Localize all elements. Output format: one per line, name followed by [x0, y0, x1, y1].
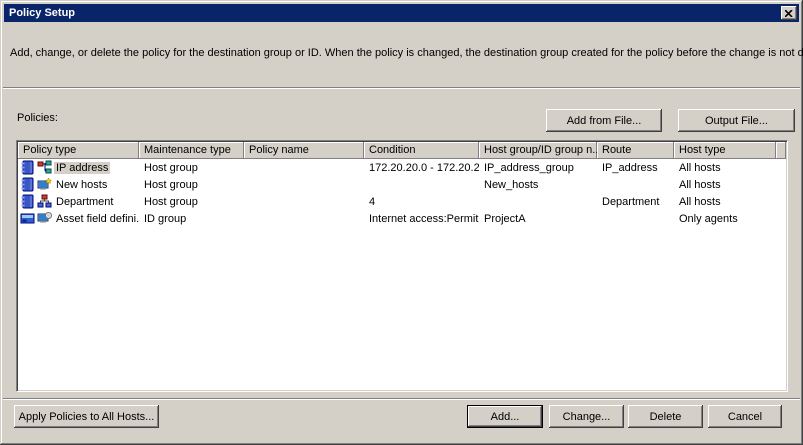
policies-label: Policies: — [17, 112, 58, 124]
cell-host-type: Only agents — [679, 212, 738, 225]
column-header-maintenance-type[interactable]: Maintenance type — [139, 142, 244, 159]
cell-maintenance-type: ID group — [144, 212, 187, 225]
close-button[interactable] — [781, 6, 797, 20]
cell-host-type: All hosts — [679, 195, 721, 208]
separator-top — [3, 87, 800, 89]
cell-host-type: All hosts — [679, 178, 721, 191]
address-book-icon — [20, 194, 35, 209]
cell-maintenance-type: Host group — [144, 178, 198, 191]
add-from-file-button[interactable]: Add from File... — [546, 109, 662, 132]
column-header-host-type[interactable]: Host type — [674, 142, 776, 159]
policies-list[interactable]: Policy type Maintenance type Policy name Co… — [16, 140, 788, 392]
cell-policy-type: IP address — [18, 160, 139, 175]
row-label: Asset field defini... — [56, 212, 139, 225]
cell-route: IP_address — [602, 161, 658, 174]
cancel-button[interactable]: Cancel — [708, 405, 782, 428]
column-header-filler — [776, 142, 786, 159]
cell-policy-type: New hosts — [18, 177, 139, 192]
cell-condition: 4 — [369, 195, 376, 208]
cell-host-type: All hosts — [679, 161, 721, 174]
department-tree-icon — [37, 194, 52, 209]
cell-host-group: New_hosts — [484, 178, 539, 191]
list-header: Policy type Maintenance type Policy name Co… — [18, 142, 786, 159]
titlebar[interactable]: Policy Setup — [4, 4, 799, 22]
cell-condition: Internet access:Permit — [369, 212, 479, 225]
cell-host-group: IP_address_group — [484, 161, 574, 174]
table-row[interactable]: IP address Host group 172.20.20.0 - 172.20… — [18, 159, 786, 176]
new-host-icon — [37, 177, 53, 192]
row-label: IP address — [54, 161, 111, 174]
cell-condition: 172.20.20.0 - 172.20.2... — [369, 161, 479, 174]
cell-policy-type: Department — [18, 194, 139, 209]
output-file-button[interactable]: Output File... — [678, 109, 795, 132]
column-header-policy-name[interactable]: Policy name — [244, 142, 364, 159]
policy-setup-dialog: Policy Setup Add, change, or delete the … — [0, 0, 803, 445]
cell-maintenance-type: Host group — [144, 161, 198, 174]
row-label: Department — [56, 195, 114, 208]
row-label: New hosts — [56, 178, 108, 191]
separator-bottom — [3, 398, 800, 400]
address-book-icon — [20, 160, 35, 175]
delete-button[interactable]: Delete — [628, 405, 703, 428]
cell-route: Department — [602, 195, 660, 208]
add-button[interactable]: Add... — [467, 405, 543, 428]
table-row[interactable]: Asset field defini... ID group Internet ac… — [18, 210, 786, 227]
column-header-condition[interactable]: Condition — [364, 142, 479, 159]
table-row[interactable]: Department Host group 4 Department All hosts — [18, 193, 786, 210]
cell-host-group: ProjectA — [484, 212, 526, 225]
cell-maintenance-type: Host group — [144, 195, 198, 208]
cell-policy-type: Asset field defini... — [18, 211, 139, 226]
list-body: IP address Host group 172.20.20.0 - 172.20… — [18, 159, 786, 227]
column-header-route[interactable]: Route — [597, 142, 674, 159]
column-header-host-group-id-group-n[interactable]: Host group/ID group n... — [479, 142, 597, 159]
table-row[interactable]: New hosts Host group New_hosts All hosts — [18, 176, 786, 193]
ip-network-icon — [37, 160, 52, 175]
address-book-icon — [20, 177, 35, 192]
asset-field-icon — [20, 211, 35, 226]
apply-policies-all-hosts-button[interactable]: Apply Policies to All Hosts... — [14, 405, 159, 428]
dialog-description: Add, change, or delete the policy for th… — [10, 47, 803, 59]
close-icon — [785, 9, 793, 17]
change-button[interactable]: Change... — [549, 405, 624, 428]
agent-monitor-icon — [37, 211, 52, 226]
window-title: Policy Setup — [9, 7, 76, 19]
column-header-policy-type[interactable]: Policy type — [18, 142, 139, 159]
